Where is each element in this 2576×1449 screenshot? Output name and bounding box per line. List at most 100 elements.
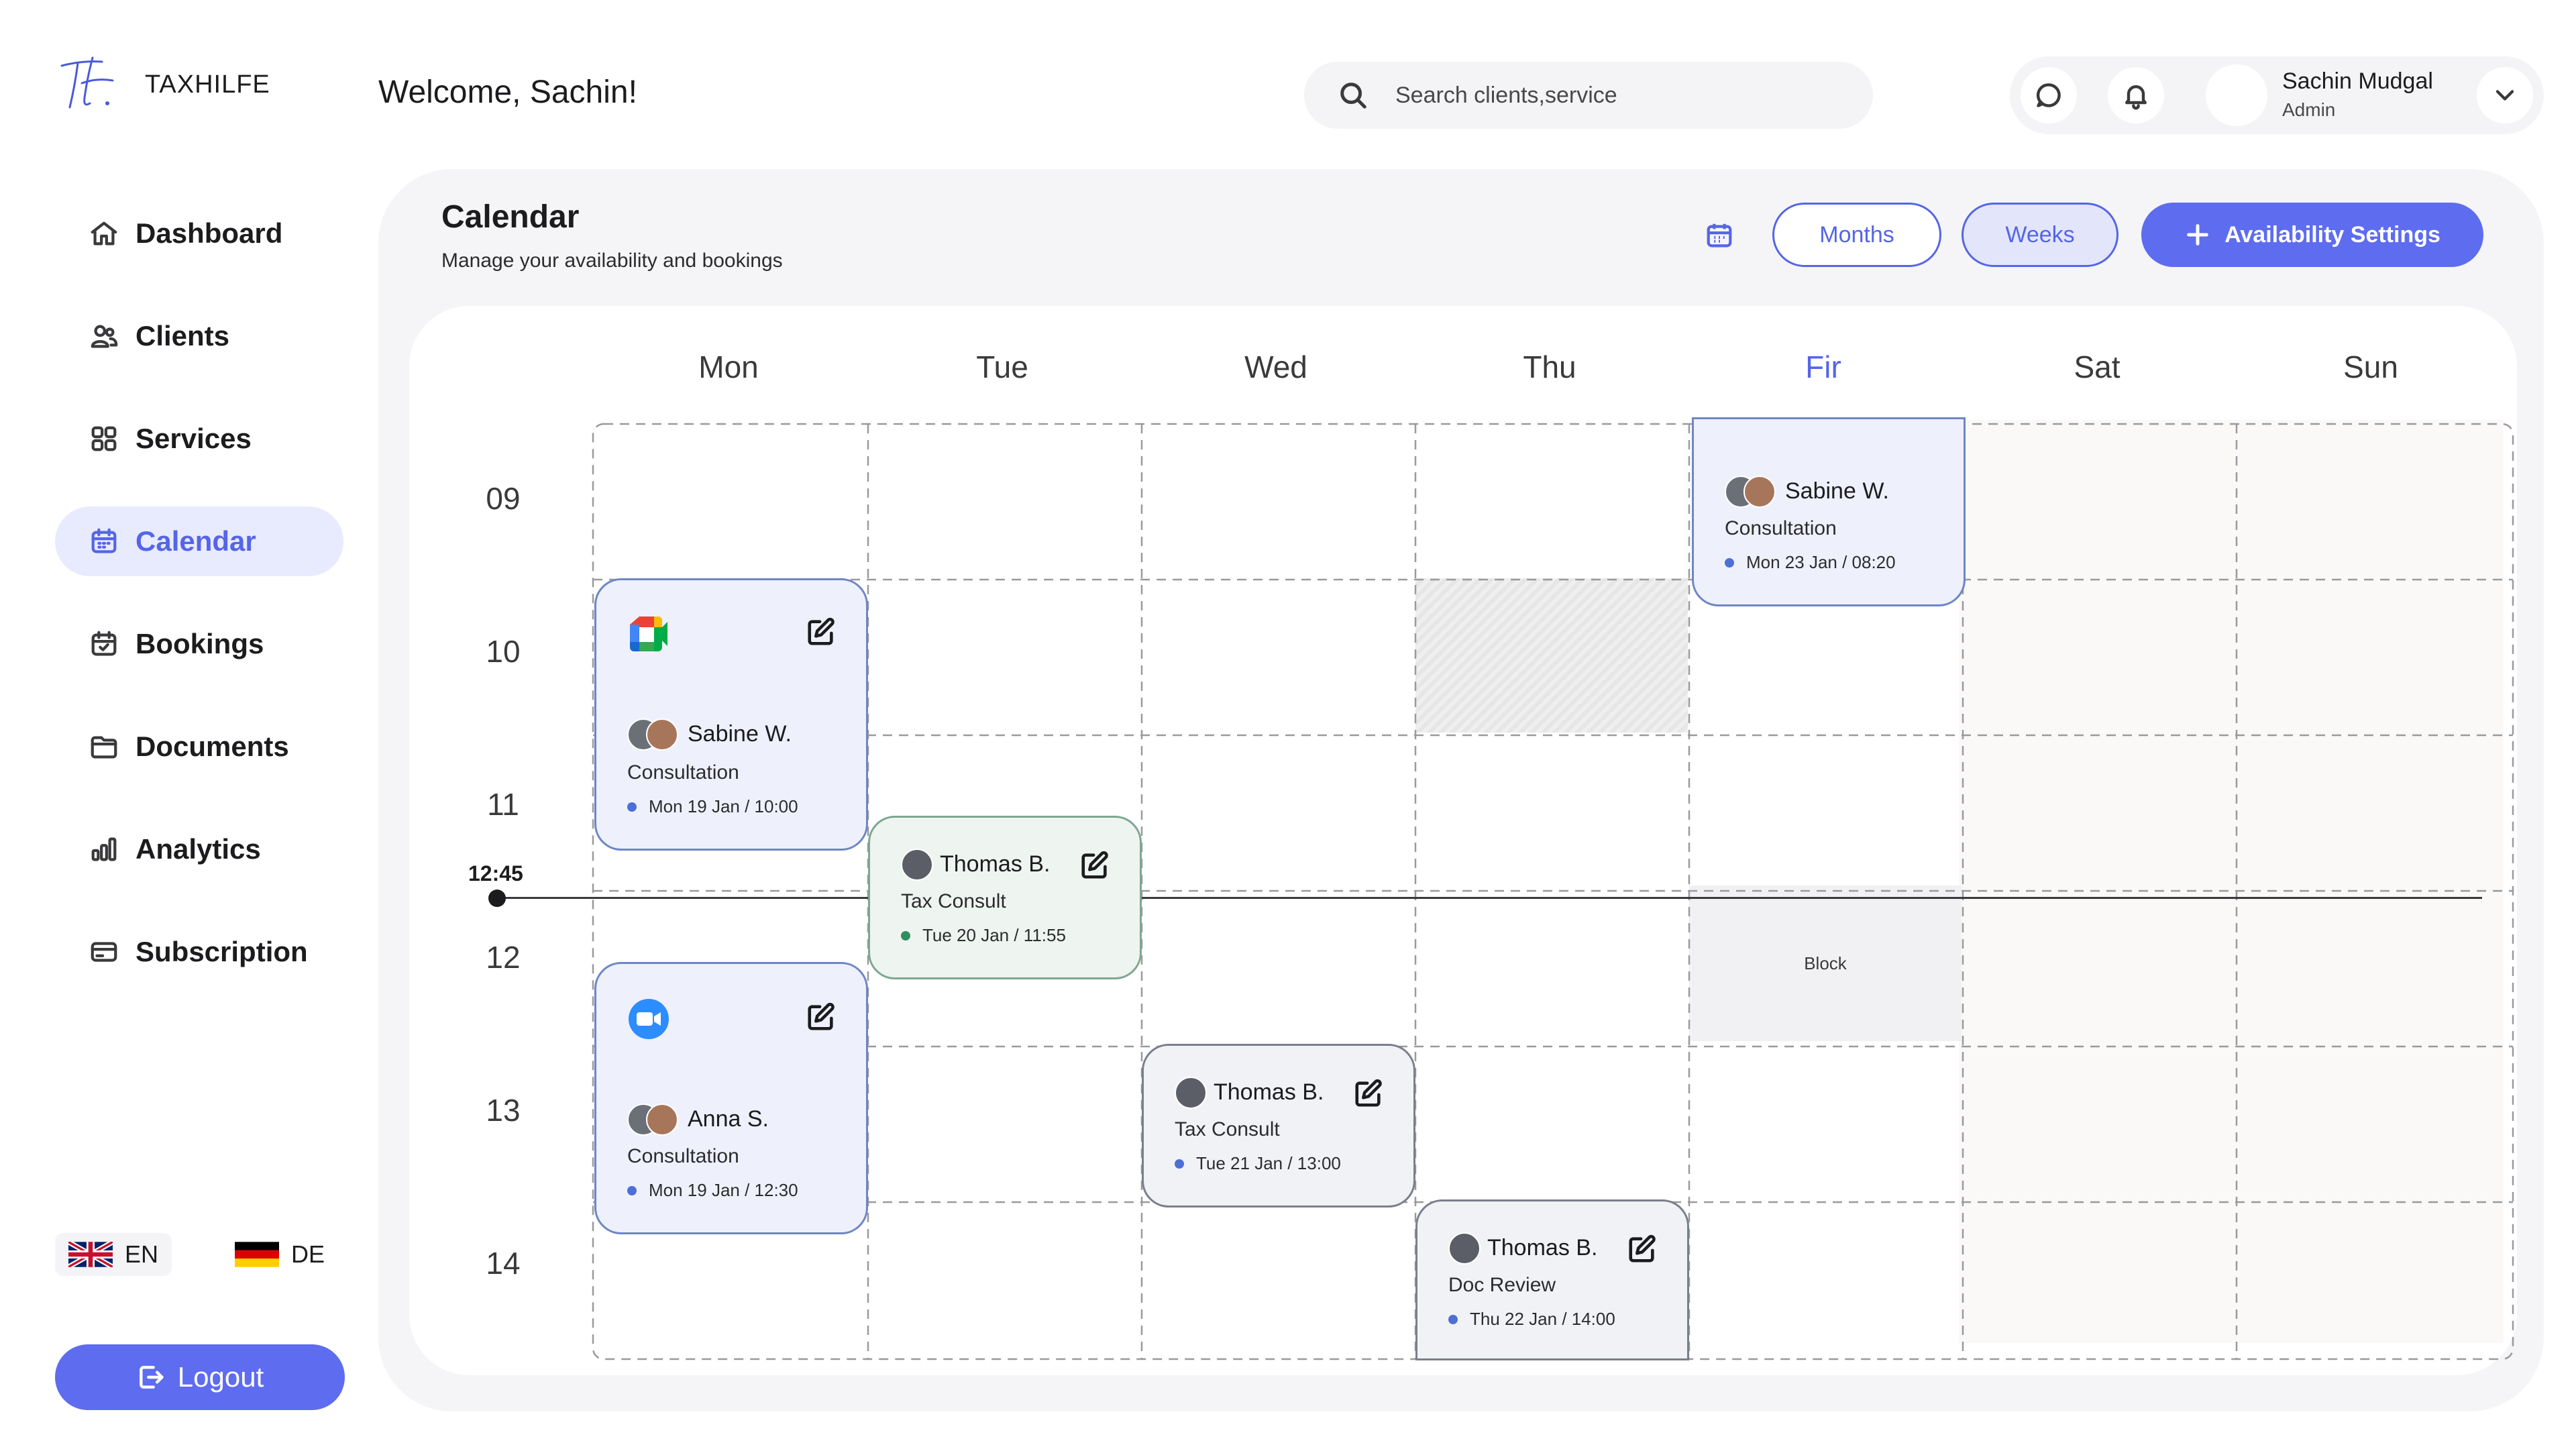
sidebar-item-label: Bookings xyxy=(136,628,264,659)
sidebar-item-analytics[interactable]: Analytics xyxy=(55,814,343,884)
event-time-text: Tue 21 Jan / 13:00 xyxy=(1196,1153,1341,1173)
avatar xyxy=(646,1104,678,1136)
event-client-name: Thomas B. xyxy=(1214,1079,1324,1105)
edit-icon[interactable] xyxy=(1079,850,1110,881)
event-client-name: Anna S. xyxy=(688,1106,769,1132)
logout-icon xyxy=(139,1366,164,1389)
status-dot xyxy=(627,1185,637,1195)
user-role: Admin xyxy=(2282,99,2336,120)
weekend-background xyxy=(1959,420,2504,1343)
search-icon xyxy=(1340,83,1366,109)
calendar-icon xyxy=(1707,223,1732,248)
edit-icon[interactable] xyxy=(806,616,837,647)
user-menu-button[interactable] xyxy=(2477,67,2533,123)
sidebar-item-clients[interactable]: Clients xyxy=(55,301,343,371)
chat-bubble-icon xyxy=(2036,83,2061,107)
sidebar-item-bookings[interactable]: Bookings xyxy=(55,609,343,679)
language-en-button[interactable]: EN xyxy=(55,1233,172,1276)
event-time: Tue 20 Jan / 11:55 xyxy=(901,925,1066,946)
sidebar-item-documents[interactable]: Documents xyxy=(55,712,343,782)
page-subtitle: Manage your availability and bookings xyxy=(441,250,783,272)
grid-icon xyxy=(87,422,121,455)
messages-button[interactable] xyxy=(2021,67,2077,123)
event-card[interactable]: Sabine W. Consultation Mon 23 Jan / 08:2… xyxy=(1692,417,1966,606)
sidebar-item-calendar[interactable]: Calendar xyxy=(55,506,343,576)
day-header-sun: Sun xyxy=(2343,350,2398,384)
sidebar-item-label: Services xyxy=(136,423,252,454)
avatar-group xyxy=(1448,1232,1481,1265)
day-header-thu: Thu xyxy=(1523,350,1576,384)
edit-icon[interactable] xyxy=(1353,1078,1384,1109)
search-bar[interactable] xyxy=(1304,62,1873,129)
event-time: Mon 19 Jan / 10:00 xyxy=(627,796,798,817)
notifications-button[interactable] xyxy=(2108,67,2164,123)
availability-settings-button[interactable]: Availability Settings xyxy=(2141,203,2483,267)
hour-label: 11 xyxy=(487,787,519,822)
avatar xyxy=(1175,1077,1207,1109)
current-time-dot xyxy=(488,890,506,907)
day-header-sat: Sat xyxy=(2074,350,2121,384)
event-time: Tue 21 Jan / 13:00 xyxy=(1175,1153,1341,1174)
event-card[interactable]: Thomas B. Tax Consult Tue 20 Jan / 11:55 xyxy=(868,816,1142,979)
bar-chart-icon xyxy=(87,833,121,866)
hour-label: 12 xyxy=(486,940,521,975)
avatar-group xyxy=(1175,1077,1207,1109)
event-type: Consultation xyxy=(1725,517,1837,539)
sidebar-item-label: Dashboard xyxy=(136,217,283,249)
date-picker-button[interactable] xyxy=(1704,220,1737,254)
event-time: Thu 22 Jan / 14:00 xyxy=(1448,1309,1615,1330)
taxhilfe-logo-icon xyxy=(60,56,114,109)
day-header-tue: Tue xyxy=(976,350,1028,384)
avatar-group xyxy=(627,1104,678,1136)
calendar-icon xyxy=(87,525,121,558)
sidebar-item-label: Clients xyxy=(136,320,230,352)
status-dot xyxy=(627,802,637,812)
chevron-down-icon xyxy=(2496,90,2514,101)
sidebar-item-label: Calendar xyxy=(136,525,256,557)
weeks-view-button[interactable]: Weeks xyxy=(1962,203,2118,267)
availability-settings-label: Availability Settings xyxy=(2224,221,2440,248)
search-input[interactable] xyxy=(1395,82,1798,109)
avatar-group xyxy=(627,718,678,751)
sidebar-item-services[interactable]: Services xyxy=(55,404,343,474)
event-time: Mon 19 Jan / 12:30 xyxy=(627,1180,798,1201)
language-code: DE xyxy=(291,1240,325,1268)
avatar[interactable] xyxy=(2206,64,2267,126)
home-icon xyxy=(87,217,121,250)
hour-label: 14 xyxy=(486,1246,521,1281)
blocked-slot[interactable]: Block xyxy=(1689,885,1962,1041)
event-client-name: Thomas B. xyxy=(1487,1235,1598,1260)
logout-button[interactable]: Logout xyxy=(55,1344,345,1410)
brand[interactable]: TAXHILFE xyxy=(55,51,270,118)
edit-icon[interactable] xyxy=(1627,1234,1658,1265)
page-title: Calendar xyxy=(441,199,580,235)
sidebar-item-dashboard[interactable]: Dashboard xyxy=(55,199,343,268)
user-bar: Sachin Mudgal Admin xyxy=(2010,56,2544,134)
hour-label: 09 xyxy=(486,481,521,516)
event-time-text: Tue 20 Jan / 11:55 xyxy=(922,925,1066,945)
event-card[interactable]: Thomas B. Tax Consult Tue 21 Jan / 13:00 xyxy=(1142,1044,1415,1208)
language-de-button[interactable]: DE xyxy=(221,1233,338,1276)
status-dot xyxy=(901,930,910,941)
avatar xyxy=(901,849,933,881)
edit-icon[interactable] xyxy=(806,1002,837,1032)
event-card[interactable]: Thomas B. Doc Review Thu 22 Jan / 14:00 xyxy=(1415,1199,1689,1360)
event-card[interactable]: Anna S. Consultation Mon 19 Jan / 12:30 xyxy=(594,962,868,1234)
users-icon xyxy=(87,319,121,353)
months-view-button[interactable]: Months xyxy=(1772,203,1941,267)
sidebar-nav: Dashboard Clients Services Calendar Book… xyxy=(55,199,343,1020)
sidebar-item-subscription[interactable]: Subscription xyxy=(55,917,343,987)
event-type: Consultation xyxy=(627,761,739,784)
sidebar-item-label: Documents xyxy=(136,731,289,762)
logout-label: Logout xyxy=(177,1361,264,1393)
avatar-group xyxy=(901,849,933,881)
event-time-text: Mon 23 Jan / 08:20 xyxy=(1746,552,1896,572)
user-name: Sachin Mudgal xyxy=(2282,68,2433,94)
plus-icon xyxy=(2187,224,2208,246)
event-time-text: Mon 19 Jan / 12:30 xyxy=(649,1180,798,1200)
event-card[interactable]: Sabine W. Consultation Mon 19 Jan / 10:0… xyxy=(594,578,868,851)
credit-card-icon xyxy=(87,935,121,969)
avatar xyxy=(1743,476,1776,508)
current-time-label: 12:45 xyxy=(468,861,523,885)
folder-icon xyxy=(87,730,121,763)
